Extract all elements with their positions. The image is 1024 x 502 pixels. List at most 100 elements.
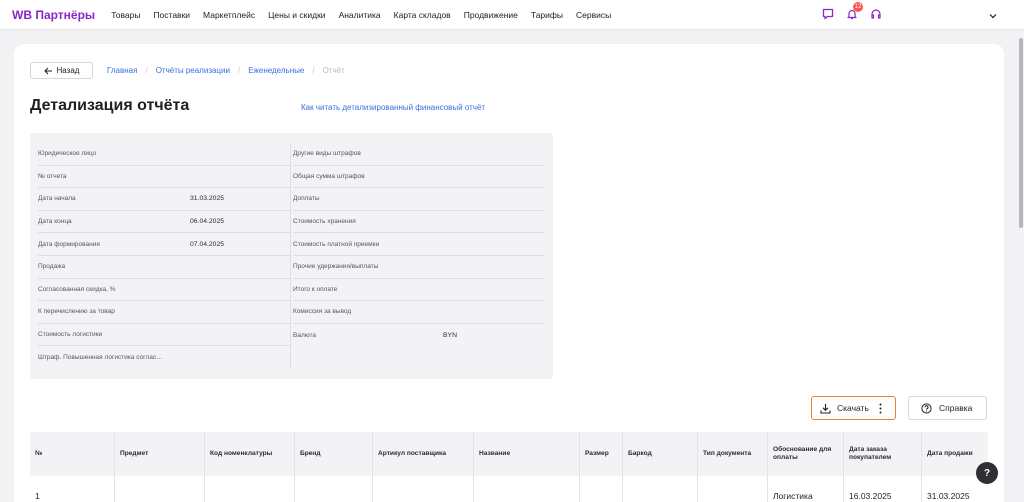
info-label: Итого к оплате — [293, 285, 338, 293]
nav-item-prices[interactable]: Цены и скидки — [268, 10, 325, 20]
nav-item-supplies[interactable]: Поставки — [153, 10, 190, 20]
info-column-left: Юридическое лицо № отчета Дата начала 31.… — [38, 143, 290, 369]
column-header[interactable]: Дата заказа покупателем — [844, 432, 922, 476]
info-row: Согласованная скидка, % — [38, 279, 290, 302]
table-cell — [295, 476, 373, 502]
breadcrumb-current: Отчёт — [322, 66, 345, 75]
download-button[interactable]: Скачать — [811, 396, 896, 420]
table-row: 1 Логистика 16.03.2025 31.03.2025 — [30, 476, 988, 502]
info-row: Другие виды штрафов — [293, 143, 545, 166]
table-cell: Логистика — [768, 476, 844, 502]
main-card: Назад Главная / Отчёты реализации / Ежен… — [14, 44, 1004, 502]
table-cell — [474, 476, 580, 502]
info-row: Продажа — [38, 256, 290, 279]
notification-badge: 12 — [853, 2, 863, 12]
nav-item-analytics[interactable]: Аналитика — [339, 10, 381, 20]
table-cell — [698, 476, 768, 502]
info-label: Комиссия за вывод — [293, 308, 352, 316]
report-info-panel: Юридическое лицо № отчета Дата начала 31.… — [30, 133, 553, 379]
info-row: Стоимость логистики — [38, 324, 290, 347]
table-header-row: № Предмет Код номенклатуры Бренд Артикул… — [30, 432, 988, 476]
info-row: Итого к оплате — [293, 279, 545, 302]
info-row: Доплаты — [293, 188, 545, 211]
breadcrumb-item-weekly[interactable]: Еженедельные — [248, 66, 304, 75]
main-nav: Товары Поставки Маркетплейс Цены и скидк… — [111, 10, 624, 20]
kebab-icon[interactable] — [879, 403, 882, 414]
nav-item-warehouse-map[interactable]: Карта складов — [394, 10, 451, 20]
column-header[interactable]: Тип документа — [698, 432, 768, 476]
headset-icon[interactable] — [868, 6, 884, 22]
info-label: Валюта — [293, 331, 316, 339]
column-header[interactable]: Обоснование для оплаты — [768, 432, 844, 476]
info-label: Юридическое лицо — [38, 150, 97, 158]
breadcrumb-separator: / — [237, 66, 241, 75]
info-label: Стоимость платной приемки — [293, 240, 380, 248]
app-logo[interactable]: WB Партнёры — [12, 8, 95, 22]
table-cell: 16.03.2025 — [844, 476, 922, 502]
question-circle-icon — [921, 402, 932, 414]
table-cell — [623, 476, 698, 502]
column-header[interactable]: Баркод — [623, 432, 698, 476]
breadcrumb-item-reports[interactable]: Отчёты реализации — [156, 66, 230, 75]
table-cell — [115, 476, 205, 502]
info-row: Стоимость хранения — [293, 211, 545, 234]
nav-item-tariffs[interactable]: Тарифы — [531, 10, 563, 20]
info-label: Другие виды штрафов — [293, 150, 361, 158]
info-label: К перечислению за товар — [38, 308, 115, 316]
info-row: Юридическое лицо — [38, 143, 290, 166]
scrollbar-thumb[interactable] — [1019, 38, 1023, 228]
info-value: 06.04.2025 — [190, 218, 225, 226]
info-value: 31.03.2025 — [190, 195, 225, 203]
column-header[interactable]: Код номенклатуры — [205, 432, 295, 476]
column-header[interactable]: Название — [474, 432, 580, 476]
info-column-right: Другие виды штрафов Общая сумма штрафов … — [293, 143, 545, 346]
bell-icon[interactable]: 12 — [844, 2, 863, 22]
info-row: Прочие удержания/выплаты — [293, 256, 545, 279]
info-label: Стоимость логистики — [38, 331, 103, 339]
nav-item-goods[interactable]: Товары — [111, 10, 140, 20]
info-label: Дата формирования — [38, 240, 100, 248]
info-value-currency: BYN — [443, 331, 457, 339]
nav-item-promotion[interactable]: Продвижение — [464, 10, 518, 20]
arrow-left-icon — [43, 67, 52, 74]
column-header[interactable]: Предмет — [115, 432, 205, 476]
info-value: 07.04.2025 — [190, 240, 225, 248]
download-icon — [820, 403, 831, 414]
info-row: Дата начала 31.03.2025 — [38, 188, 290, 211]
page-title: Детализация отчёта — [30, 97, 190, 114]
info-label: Продажа — [38, 263, 66, 271]
info-label: Прочие удержания/выплаты — [293, 263, 379, 271]
column-header[interactable]: № — [30, 432, 115, 476]
info-row: Стоимость платной приемки — [293, 233, 545, 256]
help-button[interactable]: Справка — [908, 396, 987, 420]
top-bar: WB Партнёры Товары Поставки Маркетплейс … — [0, 0, 1024, 30]
info-label: № отчета — [38, 172, 67, 180]
column-header[interactable]: Артикул поставщика — [373, 432, 474, 476]
nav-item-services[interactable]: Сервисы — [576, 10, 611, 20]
nav-item-marketplace[interactable]: Маркетплейс — [203, 10, 255, 20]
column-header[interactable]: Бренд — [295, 432, 373, 476]
breadcrumb-separator: / — [312, 66, 315, 75]
chevron-down-icon[interactable] — [988, 8, 998, 26]
column-header[interactable]: Размер — [580, 432, 623, 476]
info-label: Общая сумма штрафов — [293, 172, 365, 180]
back-button[interactable]: Назад — [30, 62, 93, 79]
info-label: Стоимость хранения — [293, 218, 356, 226]
top-icons: 12 — [812, 2, 884, 22]
breadcrumb-separator: / — [145, 66, 148, 75]
table-cell: 1 — [30, 476, 115, 502]
info-label[interactable]: Штраф. Повышенная логистика соглас… — [38, 354, 163, 361]
table-cell — [205, 476, 295, 502]
chat-icon[interactable] — [820, 6, 836, 22]
info-label: Дата начала — [38, 195, 76, 203]
breadcrumb-item-home[interactable]: Главная — [107, 66, 137, 75]
info-row: Штраф. Повышенная логистика соглас… — [38, 346, 290, 369]
help-link[interactable]: Как читать детализированный финансовый о… — [301, 103, 485, 112]
table-cell — [580, 476, 623, 502]
panel-divider — [290, 143, 291, 368]
info-label: Дата конца — [38, 218, 72, 226]
support-help-button[interactable]: ? — [976, 462, 998, 484]
info-row: Валюта BYN — [293, 324, 545, 347]
info-row: К перечислению за товар — [38, 301, 290, 324]
back-button-label: Назад — [56, 66, 80, 75]
